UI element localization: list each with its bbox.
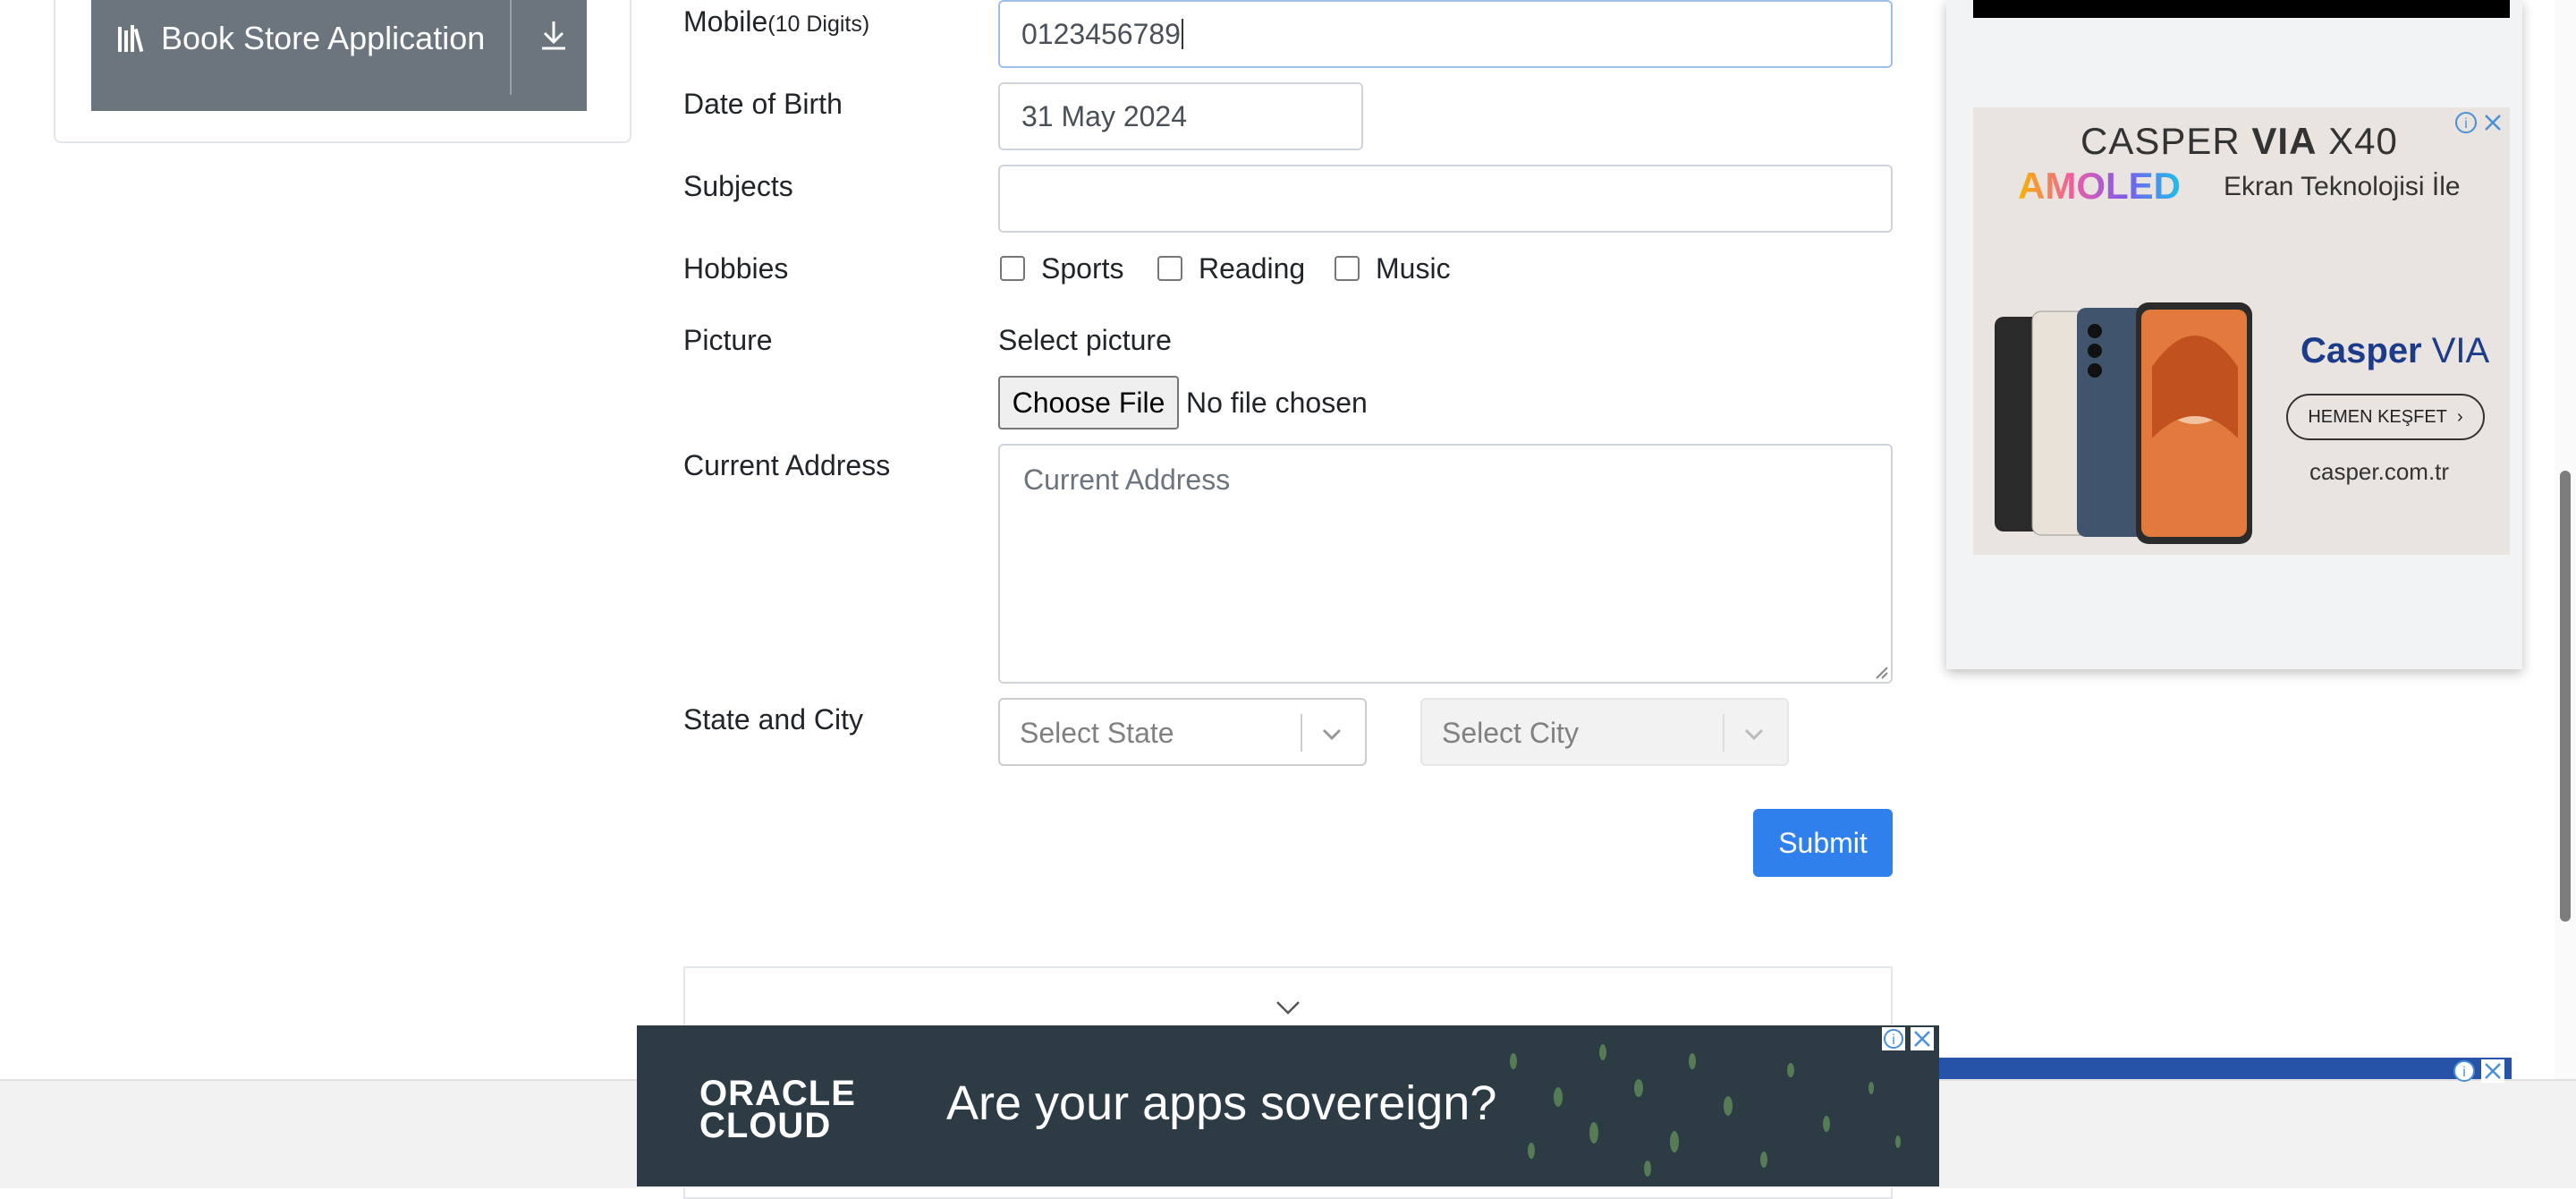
chevron-down-icon xyxy=(1322,728,1342,741)
select-separator xyxy=(1301,714,1302,752)
ad-top-banner xyxy=(1973,0,2510,18)
music-label[interactable]: Music xyxy=(1376,252,1451,285)
bottom-right-ad-strip[interactable] xyxy=(1939,1058,2512,1079)
ad-title: CASPER VIA X40 xyxy=(2080,120,2398,162)
music-checkbox[interactable] xyxy=(1335,256,1360,281)
reading-checkbox[interactable] xyxy=(1157,256,1182,281)
hemen-kesfet-button[interactable]: HEMEN KEŞFET › xyxy=(2286,394,2485,440)
sports-checkbox[interactable] xyxy=(1000,256,1025,281)
books-icon xyxy=(116,23,152,64)
ad-decoration xyxy=(1510,1044,1901,1177)
casper-ad[interactable]: CASPER VIA X40 AMOLED Ekran Teknolojisi … xyxy=(1973,107,2510,555)
download-icon[interactable] xyxy=(538,18,569,54)
chevron-down-icon[interactable] xyxy=(1274,997,1302,1016)
casper-brand: Casper VIA xyxy=(2301,331,2490,370)
city-placeholder: Select City xyxy=(1442,717,1579,749)
ad-info-icon[interactable]: i xyxy=(2454,111,2478,134)
submit-button[interactable]: Submit xyxy=(1753,809,1893,877)
book-store-menu-item[interactable]: Book Store Application xyxy=(91,0,587,111)
amoled-text: AMOLED xyxy=(2018,165,2181,207)
book-store-label: Book Store Application xyxy=(161,20,486,56)
subjects-input[interactable] xyxy=(998,165,1893,233)
state-placeholder: Select State xyxy=(1020,717,1174,749)
resize-handle-icon[interactable] xyxy=(1875,666,1889,680)
choose-file-button[interactable]: Choose File xyxy=(998,376,1179,429)
city-select[interactable]: Select City xyxy=(1420,698,1789,766)
select-picture-label: Select picture xyxy=(998,324,1172,356)
oracle-cloud-logo: ORACLE CLOUD xyxy=(699,1074,856,1145)
ad-close-icon[interactable] xyxy=(2481,111,2504,134)
select-separator xyxy=(1723,714,1724,752)
ad-close-icon[interactable] xyxy=(2481,1059,2504,1083)
current-address-textarea[interactable]: Current Address xyxy=(998,444,1893,684)
svg-text:i: i xyxy=(2464,116,2468,132)
mobile-input[interactable]: 0123456789 xyxy=(998,0,1893,68)
dob-input[interactable]: 31 May 2024 xyxy=(998,82,1363,150)
oracle-headline: Are your apps sovereign? xyxy=(946,1076,1497,1130)
state-city-label: State and City xyxy=(683,703,863,736)
casper-domain: casper.com.tr xyxy=(2309,458,2450,485)
phone-image xyxy=(1995,302,2252,544)
state-select[interactable]: Select State xyxy=(998,698,1367,766)
chevron-down-icon xyxy=(1744,728,1764,741)
mobile-label: Mobile(10 Digits) xyxy=(683,5,870,38)
sports-label[interactable]: Sports xyxy=(1041,252,1123,285)
no-file-text: No file chosen xyxy=(1186,387,1368,419)
picture-label: Picture xyxy=(683,324,773,356)
ad-close-icon[interactable] xyxy=(1911,1027,1934,1050)
address-label: Current Address xyxy=(683,449,891,481)
ad-info-icon[interactable]: i xyxy=(2453,1059,2476,1083)
dob-label: Date of Birth xyxy=(683,88,843,120)
ekran-text: Ekran Teknolojisi İle xyxy=(2224,172,2461,201)
hobbies-label: Hobbies xyxy=(683,252,789,285)
reading-label[interactable]: Reading xyxy=(1199,252,1305,285)
scrollbar-thumb[interactable] xyxy=(2560,471,2571,922)
subjects-label: Subjects xyxy=(683,170,793,202)
oracle-ad[interactable]: ORACLE CLOUD Are your apps sovereign? xyxy=(637,1025,1939,1186)
divider xyxy=(510,0,512,95)
svg-text:i: i xyxy=(2462,1065,2466,1080)
svg-text:i: i xyxy=(1892,1033,1895,1048)
ad-info-icon[interactable]: i xyxy=(1882,1027,1905,1050)
